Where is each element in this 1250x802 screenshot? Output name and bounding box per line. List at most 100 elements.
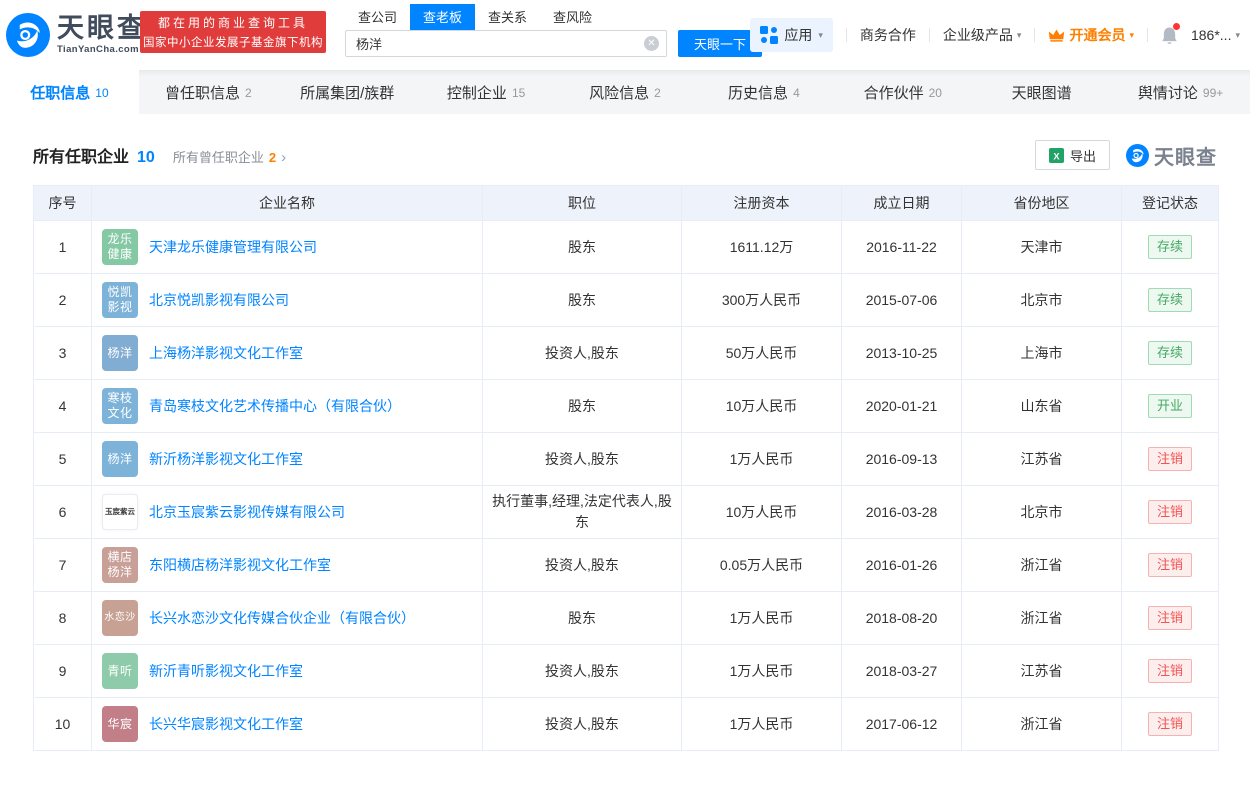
table-row: 8 水恋沙 长兴水恋沙文化传媒合伙企业（有限合伙） 股东 1万人民币 2018-08-20… xyxy=(33,591,1219,645)
status-badge: 注销 xyxy=(1147,553,1192,577)
promo-line1: 都在用的商业查询工具 xyxy=(157,16,308,30)
status-badge: 开业 xyxy=(1147,394,1192,418)
account-menu[interactable]: 186*... ▾ xyxy=(1191,27,1240,43)
row-number: 3 xyxy=(33,326,92,380)
company-name-link[interactable]: 长兴水恋沙文化传媒合伙企业（有限合伙） xyxy=(149,608,415,628)
position-cell: 投资人,股东 xyxy=(482,326,682,380)
tab-count: 20 xyxy=(928,85,942,100)
tab-count: 4 xyxy=(793,85,800,100)
tab-历史信息[interactable]: 历史信息 4 xyxy=(694,70,833,114)
row-number: 2 xyxy=(33,273,92,327)
svg-text:X: X xyxy=(1053,151,1060,161)
status-badge: 存续 xyxy=(1147,288,1192,312)
company-cell: 华宸 长兴华宸影视文化工作室 xyxy=(91,697,483,751)
capital-cell: 1万人民币 xyxy=(681,644,842,698)
row-number: 7 xyxy=(33,538,92,592)
company-name-link[interactable]: 新沂杨洋影视文化工作室 xyxy=(149,449,303,469)
status-cell: 注销 xyxy=(1121,644,1219,698)
tab-合作伙伴[interactable]: 合作伙伴 20 xyxy=(833,70,972,114)
enterprise-products-menu[interactable]: 企业级产品 ▾ xyxy=(943,25,1022,45)
export-button[interactable]: X 导出 xyxy=(1034,140,1110,170)
date-cell: 2015-07-06 xyxy=(841,273,962,327)
chevron-down-icon: ▾ xyxy=(1129,29,1134,40)
business-cooperation-link[interactable]: 商务合作 xyxy=(860,25,916,45)
company-cell: 龙乐 健康 天津龙乐健康管理有限公司 xyxy=(91,220,483,274)
table-row: 5 杨洋 新沂杨洋影视文化工作室 投资人,股东 1万人民币 2016-09-13 江苏省 注销 xyxy=(33,432,1219,486)
company-name-link[interactable]: 北京悦凯影视有限公司 xyxy=(149,290,289,310)
date-cell: 2020-01-21 xyxy=(841,379,962,433)
status-badge: 存续 xyxy=(1147,341,1192,365)
tab-label: 舆情讨论 xyxy=(1137,84,1198,102)
chevron-down-icon: ▾ xyxy=(1235,29,1240,40)
capital-cell: 1万人民币 xyxy=(681,697,842,751)
account-phone: 186*... xyxy=(1190,27,1232,43)
column-header: 成立日期 xyxy=(841,185,962,221)
search-input[interactable] xyxy=(345,30,667,57)
company-name-link[interactable]: 天津龙乐健康管理有限公司 xyxy=(149,237,317,257)
date-cell: 2013-10-25 xyxy=(841,326,962,380)
company-cell: 杨洋 新沂杨洋影视文化工作室 xyxy=(91,432,483,486)
status-cell: 注销 xyxy=(1121,432,1219,486)
notifications-button[interactable] xyxy=(1161,22,1180,45)
column-header: 省份地区 xyxy=(961,185,1122,221)
chevron-down-icon: ▾ xyxy=(818,29,823,40)
company-name-link[interactable]: 东阳横店杨洋影视文化工作室 xyxy=(149,555,331,575)
enterprise-products-label: 企业级产品 xyxy=(942,27,1013,43)
table-row: 7 横店 杨洋 东阳横店杨洋影视文化工作室 投资人,股东 0.05万人民币 2016-01-… xyxy=(33,538,1219,592)
tab-曾任职信息[interactable]: 曾任职信息 2 xyxy=(139,70,278,114)
company-logo: 杨洋 xyxy=(102,441,138,477)
status-badge: 注销 xyxy=(1147,447,1192,471)
date-cell: 2018-08-20 xyxy=(841,591,962,645)
search-tab-查公司[interactable]: 查公司 xyxy=(345,4,410,30)
tianyancha-logo-icon xyxy=(6,13,50,57)
table-row: 10 华宸 长兴华宸影视文化工作室 投资人,股东 1万人民币 2017-06-12 浙江省注… xyxy=(33,697,1219,751)
company-cell: 寒枝 文化 青岛寒枝文化艺术传播中心（有限合伙） xyxy=(91,379,483,433)
tab-count: 2 xyxy=(245,85,252,100)
search-tab-查老板[interactable]: 查老板 xyxy=(410,4,476,30)
tab-舆情讨论[interactable]: 舆情讨论 99+ xyxy=(1111,70,1250,114)
apps-menu[interactable]: 应用 ▾ xyxy=(750,18,833,52)
tab-所属集团/族群[interactable]: 所属集团/族群 xyxy=(278,70,417,114)
tab-控制企业[interactable]: 控制企业 15 xyxy=(417,70,556,114)
date-cell: 2016-11-22 xyxy=(841,220,962,274)
table-row: 6 玉宸紫云 北京玉宸紫云影视传媒有限公司 执行董事,经理,法定代表人,股东 10万人民… xyxy=(33,485,1219,539)
company-logo: 龙乐 健康 xyxy=(102,229,138,265)
section-title: 所有任职企业 xyxy=(33,149,130,166)
search-tab-查风险[interactable]: 查风险 xyxy=(540,4,605,30)
excel-icon: X xyxy=(1048,147,1064,163)
date-cell: 2018-03-27 xyxy=(841,644,962,698)
column-header: 序号 xyxy=(33,185,92,221)
row-number: 8 xyxy=(33,591,92,645)
section-header: 所有任职企业 10 所有曾任职企业 2 › X 导出 天眼查 xyxy=(0,114,1250,185)
province-cell: 上海市 xyxy=(961,326,1122,380)
tab-风险信息[interactable]: 风险信息 2 xyxy=(556,70,695,114)
tab-count: 2 xyxy=(654,85,661,100)
company-logo: 青听 xyxy=(102,653,138,689)
tab-label: 合作伙伴 xyxy=(863,84,924,102)
province-cell: 天津市 xyxy=(961,220,1122,274)
tianyancha-logo[interactable]: 天眼查 TianYanCha.com xyxy=(6,13,147,57)
company-name-link[interactable]: 北京玉宸紫云影视传媒有限公司 xyxy=(149,502,345,522)
divider xyxy=(1034,28,1036,42)
column-header: 注册资本 xyxy=(681,185,842,221)
company-name-link[interactable]: 长兴华宸影视文化工作室 xyxy=(149,714,303,734)
status-cell: 存续 xyxy=(1121,220,1219,274)
position-cell: 股东 xyxy=(482,273,682,327)
former-positions-link[interactable]: 所有曾任职企业 2 › xyxy=(173,147,286,166)
tab-天眼图谱[interactable]: 天眼图谱 xyxy=(972,70,1111,114)
search-widget: 查公司查老板查关系查风险 ✕ 天眼一下 xyxy=(345,4,763,57)
company-name-link[interactable]: 新沂青听影视文化工作室 xyxy=(149,661,303,681)
vip-upgrade-menu[interactable]: 开通会员 ▾ xyxy=(1048,25,1134,45)
position-cell: 股东 xyxy=(482,220,682,274)
search-tab-查关系[interactable]: 查关系 xyxy=(475,4,540,30)
tab-任职信息[interactable]: 任职信息 10 xyxy=(0,70,139,114)
clear-search-icon[interactable]: ✕ xyxy=(644,36,659,51)
company-name-link[interactable]: 上海杨洋影视文化工作室 xyxy=(149,343,303,363)
tab-count: 15 xyxy=(511,85,526,100)
province-cell: 浙江省 xyxy=(961,591,1122,645)
company-logo: 杨洋 xyxy=(102,335,138,371)
logo-domain: TianYanCha.com xyxy=(57,44,139,55)
status-badge: 存续 xyxy=(1147,235,1192,259)
watermark-text: 天眼查 xyxy=(1154,146,1217,169)
company-name-link[interactable]: 青岛寒枝文化艺术传播中心（有限合伙） xyxy=(149,396,401,416)
